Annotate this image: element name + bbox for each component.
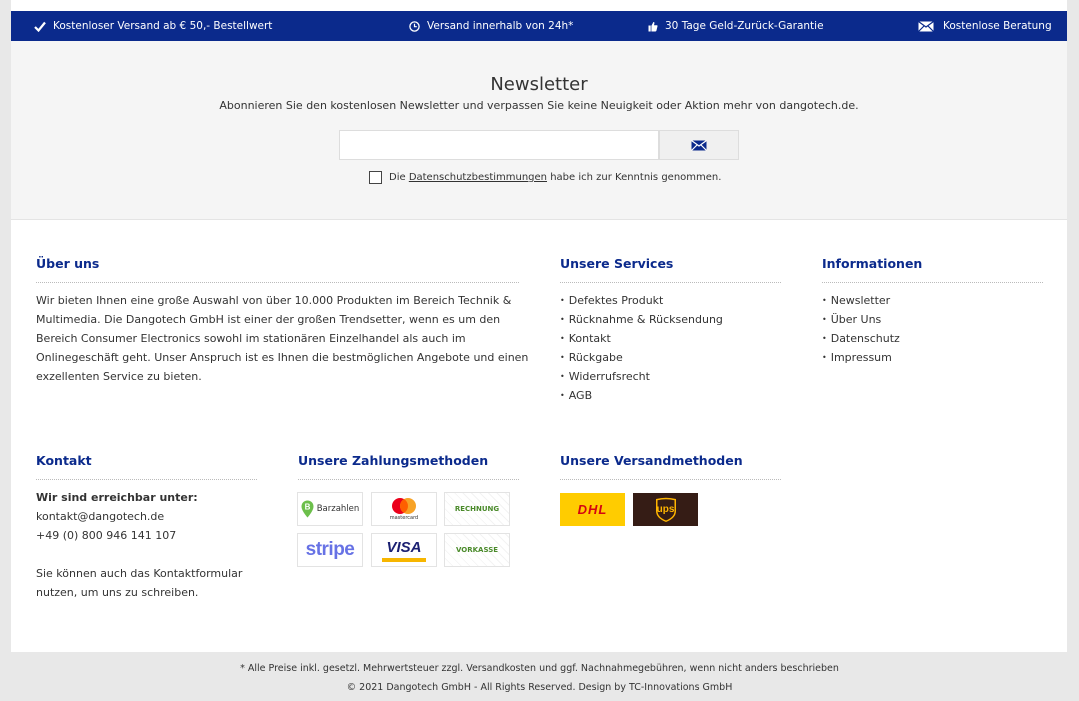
services-link-return[interactable]: Rücknahme & Rücksendung xyxy=(560,310,723,329)
info-list: Newsletter Über Uns Datenschutz Impressu… xyxy=(822,291,900,367)
newsletter-subtitle: Abonnieren Sie den kostenlosen Newslette… xyxy=(219,99,859,112)
info-link-privacy[interactable]: Datenschutz xyxy=(822,329,900,348)
privacy-suffix: habe ich zur Kenntnis genommen. xyxy=(547,172,722,183)
services-link-defect[interactable]: Defektes Produkt xyxy=(560,291,723,310)
thumbs-up-icon xyxy=(648,21,658,31)
services-link-agb[interactable]: AGB xyxy=(560,386,723,405)
contact-reachable: Wir sind erreichbar unter: xyxy=(36,491,198,504)
services-list: Defektes Produkt Rücknahme & Rücksendung… xyxy=(560,291,723,405)
services-link-contact[interactable]: Kontakt xyxy=(560,329,723,348)
usp-free-shipping: Kostenloser Versand ab € 50,- Bestellwer… xyxy=(34,11,272,41)
info-title: Informationen xyxy=(822,256,923,271)
payment-title: Unsere Zahlungsmethoden xyxy=(298,453,489,468)
visa-label: VISA xyxy=(386,538,422,556)
envelope-icon xyxy=(918,20,934,32)
about-divider xyxy=(36,282,519,283)
payment-mastercard: mastercard xyxy=(371,492,437,526)
contact-form-note: Sie können auch das Kontaktformular nutz… xyxy=(36,567,243,599)
info-link-imprint[interactable]: Impressum xyxy=(822,348,900,367)
usp-guarantee: 30 Tage Geld-Zurück-Garantie xyxy=(648,11,824,41)
barzahlen-label: Barzahlen xyxy=(316,504,360,514)
page: Kostenloser Versand ab € 50,- Bestellwer… xyxy=(11,0,1067,652)
envelope-icon xyxy=(691,139,707,151)
info-link-newsletter[interactable]: Newsletter xyxy=(822,291,900,310)
mastercard-label: mastercard xyxy=(389,515,419,521)
privacy-consent: Die Datenschutzbestimmungen habe ich zur… xyxy=(369,171,721,184)
checkmark-icon xyxy=(34,21,46,32)
services-title: Unsere Services xyxy=(560,256,674,271)
ups-logo-text: ups xyxy=(656,504,675,515)
barzahlen-icon: B xyxy=(301,500,314,518)
newsletter-section: Newsletter Abonnieren Sie den kostenlose… xyxy=(11,41,1067,220)
usp-bar: Kostenloser Versand ab € 50,- Bestellwer… xyxy=(11,11,1067,41)
shipping-dhl: DHL xyxy=(560,493,625,526)
shipping-divider xyxy=(560,479,781,480)
about-title: Über uns xyxy=(36,256,100,271)
visa-stripe xyxy=(382,557,426,562)
copyright: © 2021 Dangotech GmbH - All Rights Reser… xyxy=(346,682,733,693)
usp-shipping-text: Kostenloser Versand ab € 50,- Bestellwer… xyxy=(53,20,273,32)
payment-divider xyxy=(298,479,519,480)
payment-rechnung: RECHNUNG xyxy=(444,492,510,526)
usp-guarantee-text: 30 Tage Geld-Zurück-Garantie xyxy=(665,20,824,32)
shipping-title: Unsere Versandmethoden xyxy=(560,453,743,468)
privacy-policy-link[interactable]: Datenschutzbestimmungen xyxy=(409,172,547,183)
contact-title: Kontakt xyxy=(36,453,92,468)
payment-stripe: stripe xyxy=(297,533,363,567)
usp-advice: Kostenlose Beratung xyxy=(918,11,1052,41)
newsletter-submit-button[interactable] xyxy=(659,130,739,160)
privacy-checkbox[interactable] xyxy=(369,171,382,184)
rechnung-label: RECHNUNG xyxy=(454,505,500,513)
contact-block: Wir sind erreichbar unter: kontakt@dango… xyxy=(36,488,266,602)
contact-email[interactable]: kontakt@dangotech.de xyxy=(36,507,266,526)
payment-visa: VISA xyxy=(371,533,437,567)
privacy-consent-text: Die Datenschutzbestimmungen habe ich zur… xyxy=(389,172,721,183)
shipping-ups: ups xyxy=(633,493,698,526)
vorkasse-label: VORKASSE xyxy=(455,546,499,554)
stripe-label: stripe xyxy=(305,539,355,560)
info-link-about[interactable]: Über Uns xyxy=(822,310,900,329)
services-link-widerruf[interactable]: Widerrufsrecht xyxy=(560,367,723,386)
privacy-prefix: Die xyxy=(389,172,409,183)
services-divider xyxy=(560,282,781,283)
tax-note: * Alle Preise inkl. gesetzl. Mehrwertste… xyxy=(240,663,839,674)
usp-advice-text: Kostenlose Beratung xyxy=(943,20,1052,32)
clock-icon xyxy=(409,20,420,32)
usp-delivery: Versand innerhalb von 24h* xyxy=(409,11,573,41)
dhl-logo-text: DHL xyxy=(577,502,608,517)
newsletter-email-input[interactable] xyxy=(339,130,659,160)
about-text: Wir bieten Ihnen eine große Auswahl von … xyxy=(36,294,529,383)
contact-divider xyxy=(36,479,257,480)
payment-vorkasse: VORKASSE xyxy=(444,533,510,567)
mastercard-icon xyxy=(392,498,416,514)
contact-phone[interactable]: +49 (0) 800 946 141 107 xyxy=(36,526,266,545)
newsletter-title: Newsletter xyxy=(490,74,588,95)
services-link-rueckgabe[interactable]: Rückgabe xyxy=(560,348,723,367)
payment-barzahlen: B Barzahlen xyxy=(297,492,363,526)
usp-delivery-text: Versand innerhalb von 24h* xyxy=(427,20,574,32)
svg-text:B: B xyxy=(304,503,310,512)
info-divider xyxy=(822,282,1043,283)
